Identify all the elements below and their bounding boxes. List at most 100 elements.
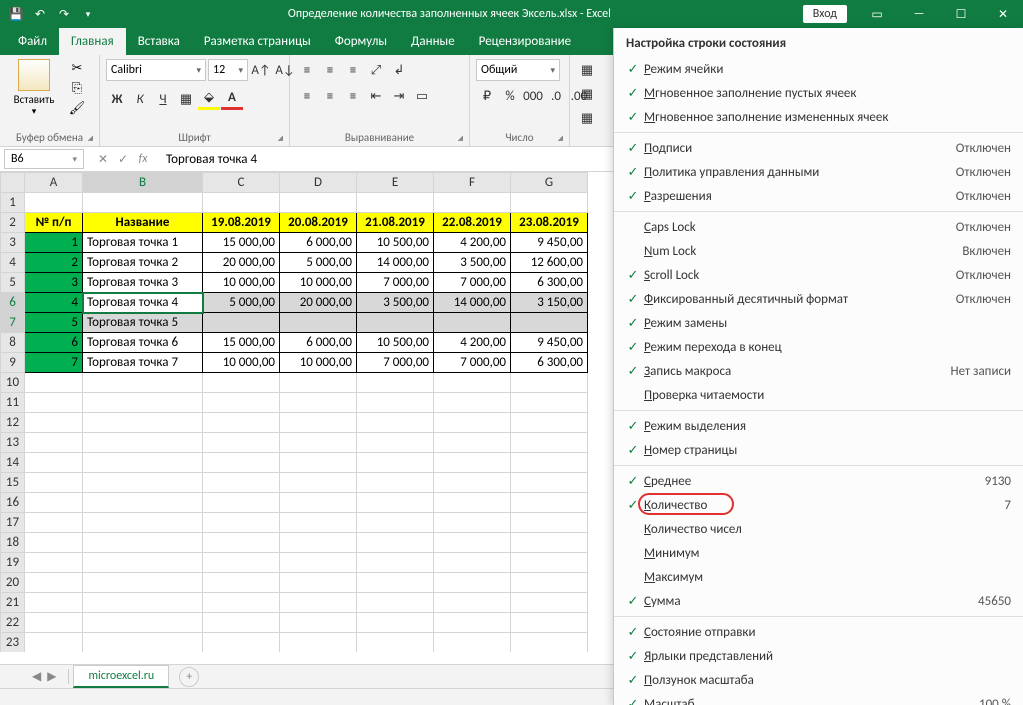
row-header-11[interactable]: 11 (1, 393, 25, 413)
cell-D3[interactable]: 6 000,00 (280, 233, 357, 253)
cell-C8[interactable]: 15 000,00 (203, 333, 280, 353)
cell-G5[interactable]: 6 300,00 (511, 273, 588, 293)
row-header-19[interactable]: 19 (1, 553, 25, 573)
cell-F3[interactable]: 4 200,00 (434, 233, 511, 253)
cell-G9[interactable]: 6 300,00 (511, 353, 588, 373)
tab-рецензирование[interactable]: Рецензирование (467, 28, 583, 55)
cell-E9[interactable]: 7 000,00 (357, 353, 434, 373)
ctx-item[interactable]: ✓Сумма45650 (614, 589, 1023, 613)
row-header-18[interactable]: 18 (1, 533, 25, 553)
align-right-icon[interactable]: ≡ (342, 85, 364, 107)
row-header-17[interactable]: 17 (1, 513, 25, 533)
align-left-icon[interactable]: ≡ (296, 85, 318, 107)
ctx-item[interactable]: ✓Номер страницы (614, 438, 1023, 462)
col-header-D[interactable]: D (280, 173, 357, 193)
ctx-item[interactable]: ✓Режим перехода в конец (614, 335, 1023, 359)
select-all-corner[interactable] (1, 173, 25, 193)
cell-C4[interactable]: 20 000,00 (203, 253, 280, 273)
enter-formula-icon[interactable]: ✓ (114, 152, 132, 167)
cut-icon[interactable]: ✂ (66, 59, 88, 77)
cell-G3[interactable]: 9 450,00 (511, 233, 588, 253)
cond-format-icon[interactable]: ▦ (576, 59, 598, 81)
cell-G6[interactable]: 3 150,00 (511, 293, 588, 313)
table-format-icon[interactable]: ▦ (576, 83, 598, 105)
currency-icon[interactable]: ₽ (476, 85, 498, 107)
font-color-button[interactable]: A (221, 88, 243, 110)
minimize-icon[interactable]: — (899, 0, 939, 28)
prev-sheet-icon[interactable]: ◀ (32, 669, 41, 684)
ctx-item[interactable]: ✓Фиксированный десятичный форматОтключен (614, 287, 1023, 311)
cell-F8[interactable]: 4 200,00 (434, 333, 511, 353)
merge-icon[interactable]: ▭ (411, 85, 433, 107)
cell-B6[interactable]: Торговая точка 4 (83, 293, 203, 313)
ctx-item[interactable]: ✓Мгновенное заполнение пустых ячеек (614, 81, 1023, 105)
align-bot-icon[interactable]: ≡ (342, 59, 364, 81)
ctx-item[interactable]: Caps LockОтключен (614, 215, 1023, 239)
row-header-16[interactable]: 16 (1, 493, 25, 513)
cell-E4[interactable]: 14 000,00 (357, 253, 434, 273)
cell-F6[interactable]: 14 000,00 (434, 293, 511, 313)
ctx-item[interactable]: Минимум (614, 541, 1023, 565)
ctx-item[interactable]: ✓Режим ячейки (614, 57, 1023, 81)
increase-font-icon[interactable]: A↑ (250, 59, 272, 81)
cell-C6[interactable]: 5 000,00 (203, 293, 280, 313)
close-icon[interactable]: ✕ (983, 0, 1023, 28)
add-sheet-icon[interactable]: + (179, 667, 199, 687)
row-header-7[interactable]: 7 (1, 313, 25, 333)
row-header-14[interactable]: 14 (1, 453, 25, 473)
row-header-13[interactable]: 13 (1, 433, 25, 453)
ctx-item[interactable]: ✓Запись макросаНет записи (614, 359, 1023, 383)
col-header-A[interactable]: A (25, 173, 83, 193)
ctx-item[interactable]: ✓Ярлыки представлений (614, 644, 1023, 668)
row-header-21[interactable]: 21 (1, 593, 25, 613)
cell-G8[interactable]: 9 450,00 (511, 333, 588, 353)
comma-icon[interactable]: 000 (522, 85, 544, 107)
sheet-tab[interactable]: microexcel.ru (73, 665, 169, 688)
font-size-select[interactable]: 12 (208, 59, 248, 81)
col-header-B[interactable]: B (83, 173, 203, 193)
cell-E5[interactable]: 7 000,00 (357, 273, 434, 293)
cell-E3[interactable]: 10 500,00 (357, 233, 434, 253)
cell-B8[interactable]: Торговая точка 6 (83, 333, 203, 353)
ctx-item[interactable]: Количество чисел (614, 517, 1023, 541)
col-header-G[interactable]: G (511, 173, 588, 193)
cancel-formula-icon[interactable]: ✕ (94, 152, 112, 167)
qat-dropdown-icon[interactable]: ▾ (80, 6, 96, 22)
cell-F4[interactable]: 3 500,00 (434, 253, 511, 273)
redo-icon[interactable]: ↷ (56, 6, 72, 22)
cell-B7[interactable]: Торговая точка 5 (83, 313, 203, 333)
tab-главная[interactable]: Главная (59, 28, 126, 55)
row-header-10[interactable]: 10 (1, 373, 25, 393)
row-header-9[interactable]: 9 (1, 353, 25, 373)
cell-F7[interactable] (434, 313, 511, 333)
ctx-item[interactable]: Num LockВключен (614, 239, 1023, 263)
ctx-item[interactable]: ✓Мгновенное заполнение измененных ячеек (614, 105, 1023, 129)
tab-данные[interactable]: Данные (399, 28, 467, 55)
cell-B3[interactable]: Торговая точка 1 (83, 233, 203, 253)
ctx-item[interactable]: ✓Ползунок масштаба (614, 668, 1023, 692)
cell-C7[interactable] (203, 313, 280, 333)
fx-icon[interactable]: fx (134, 152, 152, 167)
undo-icon[interactable]: ↶ (32, 6, 48, 22)
ctx-item[interactable]: ✓Политика управления даннымиОтключен (614, 160, 1023, 184)
tab-разметка страницы[interactable]: Разметка страницы (192, 28, 323, 55)
percent-icon[interactable]: % (499, 85, 521, 107)
indent-inc-icon[interactable]: ⇥ (388, 85, 410, 107)
underline-button[interactable]: Ч (152, 88, 174, 110)
ctx-item[interactable]: ✓Scroll LockОтключен (614, 263, 1023, 287)
row-header-23[interactable]: 23 (1, 633, 25, 653)
sign-in-button[interactable]: Вход (803, 5, 847, 23)
row-header-6[interactable]: 6 (1, 293, 25, 313)
ribbon-options-icon[interactable]: ▭ (857, 0, 897, 28)
ctx-item[interactable]: ✓Количество7 (614, 493, 1023, 517)
row-header-4[interactable]: 4 (1, 253, 25, 273)
tab-вставка[interactable]: Вставка (126, 28, 192, 55)
align-mid-icon[interactable]: ≡ (319, 59, 341, 81)
next-sheet-icon[interactable]: ▶ (47, 669, 56, 684)
row-header-5[interactable]: 5 (1, 273, 25, 293)
ctx-item[interactable]: Проверка читаемости (614, 383, 1023, 407)
inc-dec-icon[interactable]: .0 (545, 85, 567, 107)
row-header-1[interactable]: 1 (1, 193, 25, 213)
tab-файл[interactable]: Файл (6, 28, 59, 55)
copy-icon[interactable]: ⎘ (66, 79, 88, 97)
